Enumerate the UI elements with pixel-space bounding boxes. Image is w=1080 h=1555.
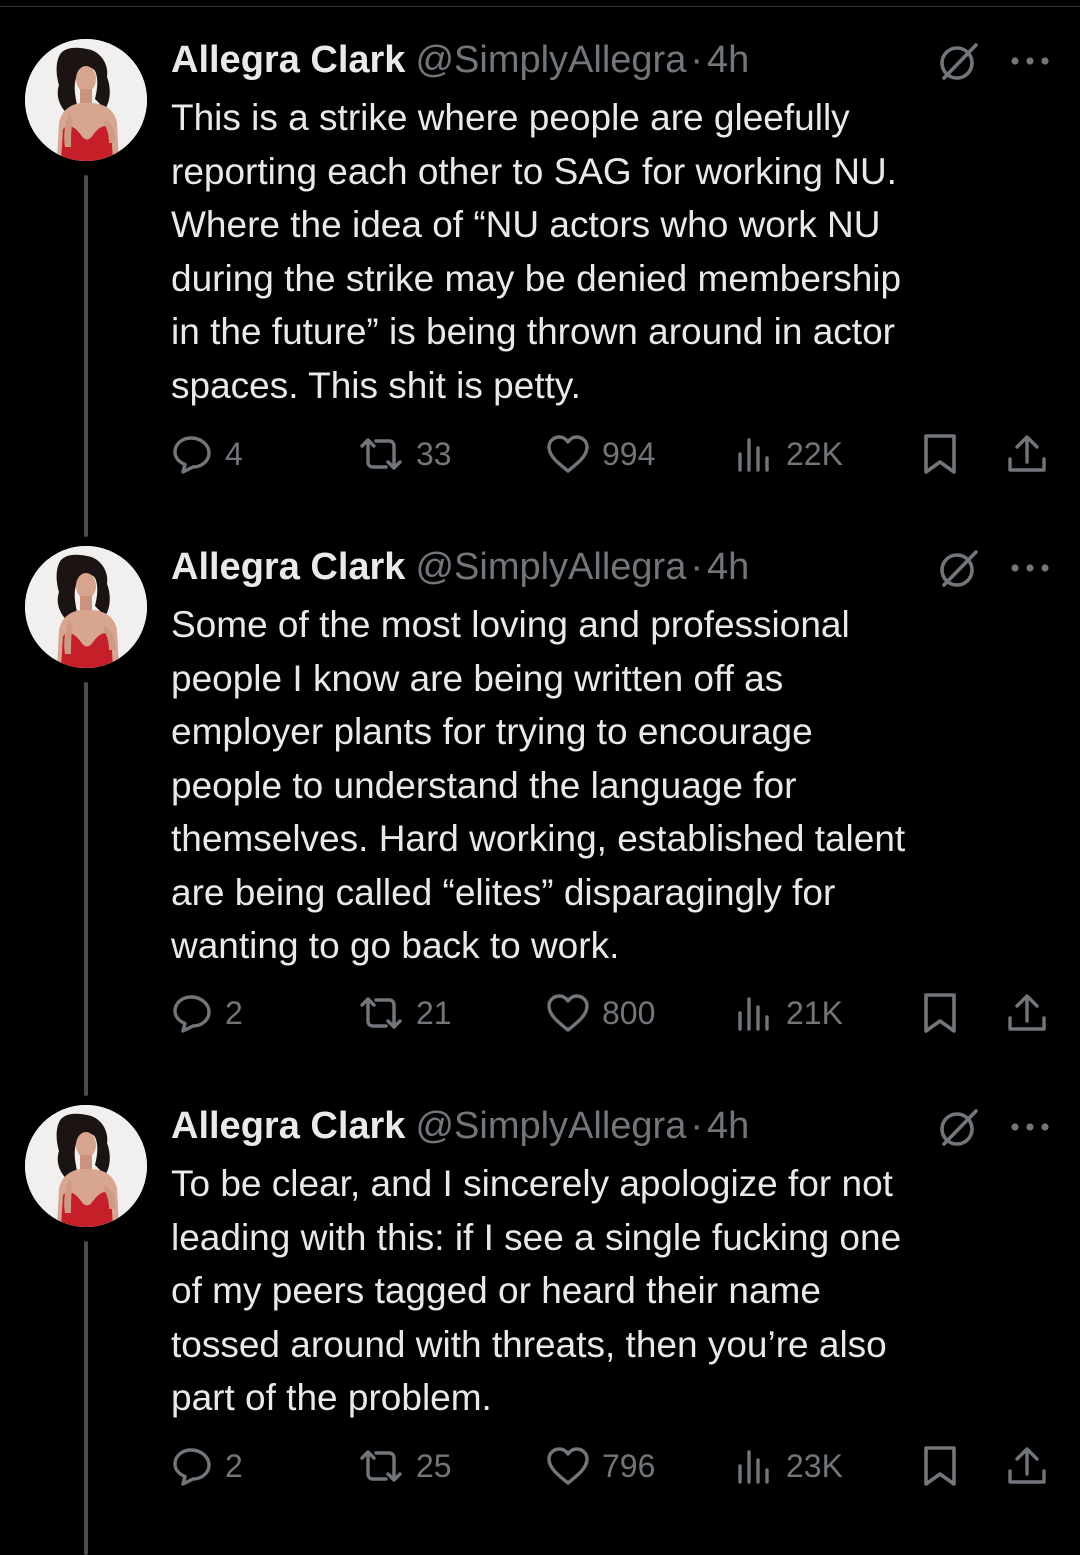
views-button[interactable]: 23K <box>732 1444 843 1488</box>
user-handle[interactable]: @SimplyAllegra <box>415 1105 686 1147</box>
more-options-icon[interactable] <box>1008 560 1052 576</box>
tweet-text: This is a strike where people are gleefu… <box>171 97 902 406</box>
share-icon[interactable] <box>1005 1444 1049 1493</box>
avatar[interactable] <box>25 1105 147 1227</box>
bookmark-icon[interactable] <box>920 991 960 1040</box>
views-button[interactable]: 22K <box>732 432 843 476</box>
avatar[interactable] <box>25 39 147 161</box>
reply-button[interactable]: 2 <box>171 991 243 1035</box>
retweet-icon <box>356 1444 406 1488</box>
retweet-button[interactable]: 21 <box>356 991 452 1035</box>
reply-icon <box>171 991 215 1035</box>
share-icon[interactable] <box>1005 432 1049 481</box>
views-icon <box>732 432 776 476</box>
tweet-header: Allegra Clark @SimplyAllegra · 4h <box>171 1106 749 1146</box>
display-name[interactable]: Allegra Clark <box>171 39 405 81</box>
tweet-header: Allegra Clark @SimplyAllegra · 4h <box>171 547 749 587</box>
timestamp[interactable]: 4h <box>707 1105 749 1147</box>
like-count: 800 <box>602 994 656 1031</box>
views-icon <box>732 991 776 1035</box>
views-button[interactable]: 21K <box>732 991 843 1035</box>
tweet-header: Allegra Clark @SimplyAllegra · 4h <box>171 40 749 80</box>
timestamp[interactable]: 4h <box>707 39 749 81</box>
heart-icon <box>544 1444 592 1488</box>
more-options-icon[interactable] <box>1008 53 1052 69</box>
top-divider <box>0 6 1080 7</box>
grok-icon[interactable] <box>936 39 982 85</box>
view-count: 22K <box>786 435 843 472</box>
user-handle[interactable]: @SimplyAllegra <box>415 546 686 588</box>
thread-line <box>84 1241 88 1555</box>
retweet-icon <box>356 991 406 1035</box>
tweet-text: To be clear, and I sincerely apologize f… <box>171 1163 902 1418</box>
display-name[interactable]: Allegra Clark <box>171 546 405 588</box>
separator: · <box>690 1105 703 1147</box>
view-count: 23K <box>786 1447 843 1484</box>
retweet-count: 33 <box>416 435 452 472</box>
action-bar: 2 21 800 21K <box>0 991 1080 1035</box>
tweet-text: Some of the most loving and professional… <box>171 604 906 966</box>
bookmark-icon[interactable] <box>920 432 960 481</box>
heart-icon <box>544 432 592 476</box>
separator: · <box>690 39 703 81</box>
views-icon <box>732 1444 776 1488</box>
user-handle[interactable]: @SimplyAllegra <box>415 39 686 81</box>
reply-count: 2 <box>225 1447 243 1484</box>
separator: · <box>690 546 703 588</box>
grok-icon[interactable] <box>936 546 982 592</box>
retweet-icon <box>356 432 406 476</box>
like-button[interactable]: 994 <box>544 432 655 476</box>
retweet-count: 21 <box>416 994 452 1031</box>
grok-icon[interactable] <box>936 1105 982 1151</box>
like-count: 796 <box>602 1447 656 1484</box>
bookmark-icon[interactable] <box>920 1444 960 1493</box>
reply-button[interactable]: 4 <box>171 432 243 476</box>
view-count: 21K <box>786 994 843 1031</box>
retweet-button[interactable]: 33 <box>356 432 452 476</box>
share-icon[interactable] <box>1005 991 1049 1040</box>
like-button[interactable]: 800 <box>544 991 655 1035</box>
reply-icon <box>171 432 215 476</box>
timestamp[interactable]: 4h <box>707 546 749 588</box>
more-options-icon[interactable] <box>1008 1119 1052 1135</box>
action-bar: 2 25 796 23K <box>0 1444 1080 1488</box>
action-bar: 4 33 994 22K <box>0 432 1080 476</box>
avatar[interactable] <box>25 546 147 668</box>
like-button[interactable]: 796 <box>544 1444 655 1488</box>
reply-count: 2 <box>225 994 243 1031</box>
like-count: 994 <box>602 435 656 472</box>
display-name[interactable]: Allegra Clark <box>171 1105 405 1147</box>
reply-button[interactable]: 2 <box>171 1444 243 1488</box>
thread-line <box>84 175 88 537</box>
reply-icon <box>171 1444 215 1488</box>
retweet-count: 25 <box>416 1447 452 1484</box>
reply-count: 4 <box>225 435 243 472</box>
retweet-button[interactable]: 25 <box>356 1444 452 1488</box>
heart-icon <box>544 991 592 1035</box>
